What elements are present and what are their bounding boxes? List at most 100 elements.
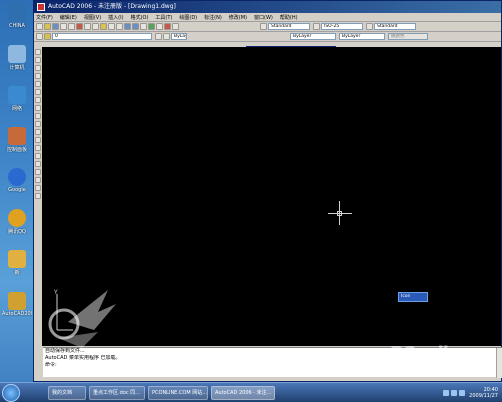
table-style-icon [366,23,373,30]
clock-date: 2009/11/27 [469,392,498,399]
mini-toolbar-label: Icon [401,294,411,299]
menu-insert[interactable]: 插入(I) [108,14,123,21]
menu-tools[interactable]: 工具(T) [155,14,172,21]
standard-toolbar: Standard ISO-25 Standard [34,22,501,32]
ellipse-icon[interactable] [35,121,41,127]
tray-volume-icon[interactable] [451,389,458,396]
layer-select[interactable]: 0 [52,33,152,40]
desktop-icon-label: Google [8,187,26,193]
window-title: AutoCAD 2006 - 未注册版 - [Drawing1.dwg] [48,3,176,10]
taskbar-item[interactable]: 重点工作区.doc 同... [89,385,145,400]
tool-palettes-icon[interactable] [164,23,171,30]
layer-previous-icon[interactable] [163,33,170,40]
menu-file[interactable]: 文件(F) [36,14,53,21]
revision-cloud-icon[interactable] [35,105,41,111]
system-clock[interactable]: 20:40 2009/11/27 [469,387,498,399]
dim-style-icon [313,23,320,30]
pconline-watermark-subtitle: 太平洋电脑网 [416,365,471,375]
floating-mini-toolbar[interactable]: Icon [398,292,428,302]
desktop-icon-control-panel[interactable]: 控制面板 [2,127,32,153]
menu-dimension[interactable]: 标注(N) [204,14,222,21]
desktop-icon-label: 网络 [11,106,22,112]
save-icon[interactable] [52,23,59,30]
ellipse-arc-icon[interactable] [35,129,41,135]
desktop-icon-qq[interactable]: 腾讯QQ [2,209,32,235]
taskbar-item[interactable]: 我的文档 [48,385,86,400]
design-center-icon[interactable] [156,23,163,30]
insert-block-icon[interactable] [35,137,41,143]
gradient-icon[interactable] [35,169,41,175]
zoom-previous-icon[interactable] [140,23,147,30]
menu-help[interactable]: 帮助(H) [280,14,298,21]
redo-icon[interactable] [116,23,123,30]
desktop-icon-new-folder[interactable]: 新 [2,250,32,276]
desktop-icon-china[interactable]: CHINA [2,4,32,29]
lineweight-select[interactable]: ByLayer [339,33,385,40]
color-select[interactable]: ByLayer [171,33,187,40]
line-icon[interactable] [35,49,41,55]
open-icon[interactable] [44,23,51,30]
arc-icon[interactable] [35,89,41,95]
desktop-icon-network[interactable]: 网络 [2,86,32,112]
desktop-icon-label: AutoCAD2006 [2,311,32,317]
match-properties-icon[interactable] [100,23,107,30]
spline-icon[interactable] [35,113,41,119]
make-block-icon[interactable] [35,145,41,151]
cursor-pickbox [337,211,342,216]
dim-style-select[interactable]: ISO-25 [321,23,363,30]
table-style-select[interactable]: Standard [374,23,416,30]
circle-icon[interactable] [35,97,41,103]
command-scrollbar[interactable] [496,348,502,378]
desktop-icon-label: 控制面板 [6,147,27,153]
point-icon[interactable] [35,153,41,159]
menu-modify[interactable]: 修改(M) [229,14,247,21]
copy-icon[interactable] [84,23,91,30]
desktop-icon-label: 计算机 [9,65,25,71]
layer-state-icon[interactable] [44,33,51,40]
zoom-icon[interactable] [132,23,139,30]
region-icon[interactable] [35,177,41,183]
new-icon[interactable] [36,23,43,30]
taskbar-item-active[interactable]: AutoCAD 2006 - 未注... [211,385,275,400]
print-icon[interactable] [60,23,67,30]
linetype-select[interactable]: ByLayer [290,33,336,40]
layer-manager-icon[interactable] [36,33,43,40]
pan-icon[interactable] [124,23,131,30]
desktop: CHINA 计算机 网络 控制面板 Google 腾讯QQ 新 AutoCAD2… [0,0,502,402]
paste-icon[interactable] [92,23,99,30]
google-icon [8,168,26,186]
table-icon[interactable] [35,185,41,191]
menu-edit[interactable]: 编辑(E) [60,14,77,21]
multiline-text-icon[interactable] [35,193,41,199]
preview-icon[interactable] [68,23,75,30]
pconline-logo-watermark [48,290,116,348]
taskbar-item[interactable]: PCONLINE.COM 网站... [148,385,208,400]
plot-style-select[interactable]: 随颜色 [388,33,428,40]
desktop-icon-computer[interactable]: 计算机 [2,45,32,71]
control-panel-icon [8,127,26,145]
polygon-icon[interactable] [35,73,41,79]
desktop-icon-google[interactable]: Google [2,168,32,193]
folder-icon [8,292,26,310]
construction-line-icon[interactable] [35,57,41,63]
help-icon[interactable] [172,23,179,30]
start-button[interactable] [2,383,20,402]
tray-ime-icon[interactable] [459,389,466,396]
polyline-icon[interactable] [35,65,41,71]
menu-window[interactable]: 窗口(W) [254,14,273,21]
menu-draw[interactable]: 绘图(D) [179,14,197,21]
tray-network-icon[interactable] [443,389,450,396]
text-style-select[interactable]: Standard [268,23,310,30]
taskbar: 我的文档 重点工作区.doc 同... PCONLINE.COM 网站... A… [0,382,502,402]
properties-icon[interactable] [148,23,155,30]
title-bar[interactable]: AutoCAD 2006 - 未注册版 - [Drawing1.dwg] [34,1,501,13]
network-icon [8,86,26,104]
cut-icon[interactable] [76,23,83,30]
menu-view[interactable]: 视图(V) [84,14,101,21]
menu-format[interactable]: 格式(O) [131,14,149,21]
desktop-icon-autocad[interactable]: AutoCAD2006 [2,292,32,317]
undo-icon[interactable] [108,23,115,30]
make-current-icon[interactable] [155,33,162,40]
hatch-icon[interactable] [35,161,41,167]
rectangle-icon[interactable] [35,81,41,87]
